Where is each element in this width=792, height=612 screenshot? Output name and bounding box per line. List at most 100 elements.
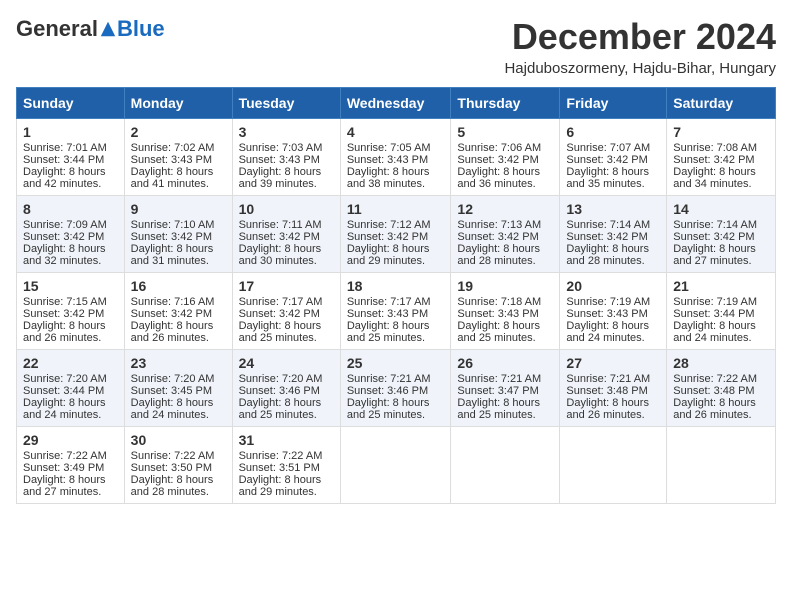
calendar-cell: 14Sunrise: 7:14 AMSunset: 3:42 PMDayligh… xyxy=(667,196,776,273)
calendar-cell: 16 Sunrise: 7:16 AMSunset: 3:42 PMDayligh… xyxy=(124,273,232,350)
daylight-text: Daylight: 8 hours and 27 minutes. xyxy=(23,474,106,498)
calendar-week-4: 22Sunrise: 7:20 AMSunset: 3:44 PMDayligh… xyxy=(17,350,776,427)
daylight-text: Daylight: 8 hours and 35 minutes. xyxy=(566,166,649,190)
sunrise-text: Sunrise: 7:21 AM xyxy=(457,373,541,385)
daylight-text: Daylight: 8 hours and 32 minutes. xyxy=(23,243,106,267)
calendar-cell: 30Sunrise: 7:22 AMSunset: 3:50 PMDayligh… xyxy=(124,427,232,504)
daylight-text: Daylight: 8 hours and 26 minutes. xyxy=(131,320,214,344)
sunrise-text: Sunrise: 7:22 AM xyxy=(673,373,757,385)
sunset-text: Sunset: 3:47 PM xyxy=(457,385,538,397)
sunset-text: Sunset: 3:43 PM xyxy=(347,308,428,320)
month-year-title: December 2024 xyxy=(504,16,776,58)
calendar-cell: 6Sunrise: 7:07 AMSunset: 3:42 PMDaylight… xyxy=(560,119,667,196)
day-number: 30 xyxy=(131,432,226,448)
sunset-text: Sunset: 3:49 PM xyxy=(23,462,104,474)
sunset-text: Sunset: 3:43 PM xyxy=(347,154,428,166)
day-number: 11 xyxy=(347,201,445,217)
calendar-cell: 4Sunrise: 7:05 AMSunset: 3:43 PMDaylight… xyxy=(340,119,451,196)
daylight-text: Daylight: 8 hours and 26 minutes. xyxy=(23,320,106,344)
sunrise-text: Sunrise: 7:06 AM xyxy=(457,142,541,154)
day-number: 22 xyxy=(23,355,118,371)
sunset-text: Sunset: 3:42 PM xyxy=(673,154,754,166)
day-number: 2 xyxy=(131,124,226,140)
logo-icon xyxy=(99,20,117,38)
daylight-text: Daylight: 8 hours and 29 minutes. xyxy=(347,243,430,267)
sunrise-text: Sunrise: 7:16 AM xyxy=(131,296,215,308)
sunrise-text: Sunrise: 7:17 AM xyxy=(239,296,323,308)
day-number: 16 xyxy=(131,278,226,294)
calendar-table: SundayMondayTuesdayWednesdayThursdayFrid… xyxy=(16,87,776,504)
day-number: 29 xyxy=(23,432,118,448)
sunrise-text: Sunrise: 7:02 AM xyxy=(131,142,215,154)
day-number: 20 xyxy=(566,278,660,294)
calendar-cell: 15Sunrise: 7:15 AMSunset: 3:42 PMDayligh… xyxy=(17,273,125,350)
daylight-text: Daylight: 8 hours and 25 minutes. xyxy=(239,397,322,421)
daylight-text: Daylight: 8 hours and 28 minutes. xyxy=(457,243,540,267)
day-number: 14 xyxy=(673,201,769,217)
day-number: 5 xyxy=(457,124,553,140)
sunset-text: Sunset: 3:42 PM xyxy=(131,308,212,320)
logo: General Blue xyxy=(16,16,165,42)
daylight-text: Daylight: 8 hours and 26 minutes. xyxy=(566,397,649,421)
sunrise-text: Sunrise: 7:19 AM xyxy=(673,296,757,308)
sunset-text: Sunset: 3:44 PM xyxy=(673,308,754,320)
sunset-text: Sunset: 3:46 PM xyxy=(239,385,320,397)
calendar-week-2: 8Sunrise: 7:09 AMSunset: 3:42 PMDaylight… xyxy=(17,196,776,273)
day-number: 8 xyxy=(23,201,118,217)
sunset-text: Sunset: 3:44 PM xyxy=(23,385,104,397)
sunrise-text: Sunrise: 7:03 AM xyxy=(239,142,323,154)
sunrise-text: Sunrise: 7:13 AM xyxy=(457,219,541,231)
sunset-text: Sunset: 3:42 PM xyxy=(566,154,647,166)
daylight-text: Daylight: 8 hours and 25 minutes. xyxy=(239,320,322,344)
sunset-text: Sunset: 3:42 PM xyxy=(131,231,212,243)
calendar-cell: 17Sunrise: 7:17 AMSunset: 3:42 PMDayligh… xyxy=(232,273,340,350)
day-number: 9 xyxy=(131,201,226,217)
calendar-cell xyxy=(340,427,451,504)
day-number: 25 xyxy=(347,355,445,371)
calendar-cell: 28Sunrise: 7:22 AMSunset: 3:48 PMDayligh… xyxy=(667,350,776,427)
daylight-text: Daylight: 8 hours and 36 minutes. xyxy=(457,166,540,190)
daylight-text: Daylight: 8 hours and 25 minutes. xyxy=(347,320,430,344)
header-tuesday: Tuesday xyxy=(232,88,340,119)
daylight-text: Daylight: 8 hours and 29 minutes. xyxy=(239,474,322,498)
daylight-text: Daylight: 8 hours and 25 minutes. xyxy=(347,397,430,421)
day-number: 26 xyxy=(457,355,553,371)
calendar-cell: 7Sunrise: 7:08 AMSunset: 3:42 PMDaylight… xyxy=(667,119,776,196)
sunset-text: Sunset: 3:42 PM xyxy=(566,231,647,243)
day-number: 1 xyxy=(23,124,118,140)
sunrise-text: Sunrise: 7:21 AM xyxy=(347,373,431,385)
calendar-week-3: 15Sunrise: 7:15 AMSunset: 3:42 PMDayligh… xyxy=(17,273,776,350)
day-number: 13 xyxy=(566,201,660,217)
calendar-cell: 23Sunrise: 7:20 AMSunset: 3:45 PMDayligh… xyxy=(124,350,232,427)
sunset-text: Sunset: 3:42 PM xyxy=(457,231,538,243)
sunrise-text: Sunrise: 7:14 AM xyxy=(566,219,650,231)
calendar-cell: 20Sunrise: 7:19 AMSunset: 3:43 PMDayligh… xyxy=(560,273,667,350)
daylight-text: Daylight: 8 hours and 24 minutes. xyxy=(673,320,756,344)
calendar-cell xyxy=(667,427,776,504)
day-number: 28 xyxy=(673,355,769,371)
header-monday: Monday xyxy=(124,88,232,119)
location-subtitle: Hajduboszormeny, Hajdu-Bihar, Hungary xyxy=(504,60,776,77)
daylight-text: Daylight: 8 hours and 25 minutes. xyxy=(457,397,540,421)
sunset-text: Sunset: 3:48 PM xyxy=(566,385,647,397)
daylight-text: Daylight: 8 hours and 28 minutes. xyxy=(566,243,649,267)
day-number: 15 xyxy=(23,278,118,294)
sunrise-text: Sunrise: 7:12 AM xyxy=(347,219,431,231)
day-number: 4 xyxy=(347,124,445,140)
header-thursday: Thursday xyxy=(451,88,560,119)
calendar-cell: 19Sunrise: 7:18 AMSunset: 3:43 PMDayligh… xyxy=(451,273,560,350)
daylight-text: Daylight: 8 hours and 30 minutes. xyxy=(239,243,322,267)
sunset-text: Sunset: 3:42 PM xyxy=(239,231,320,243)
sunset-text: Sunset: 3:46 PM xyxy=(347,385,428,397)
sunrise-text: Sunrise: 7:22 AM xyxy=(23,450,107,462)
header-sunday: Sunday xyxy=(17,88,125,119)
header-saturday: Saturday xyxy=(667,88,776,119)
calendar-cell: 24Sunrise: 7:20 AMSunset: 3:46 PMDayligh… xyxy=(232,350,340,427)
day-number: 7 xyxy=(673,124,769,140)
calendar-cell: 9Sunrise: 7:10 AMSunset: 3:42 PMDaylight… xyxy=(124,196,232,273)
calendar-header-row: SundayMondayTuesdayWednesdayThursdayFrid… xyxy=(17,88,776,119)
calendar-cell: 2Sunrise: 7:02 AMSunset: 3:43 PMDaylight… xyxy=(124,119,232,196)
day-number: 10 xyxy=(239,201,334,217)
header-friday: Friday xyxy=(560,88,667,119)
calendar-cell: 21Sunrise: 7:19 AMSunset: 3:44 PMDayligh… xyxy=(667,273,776,350)
